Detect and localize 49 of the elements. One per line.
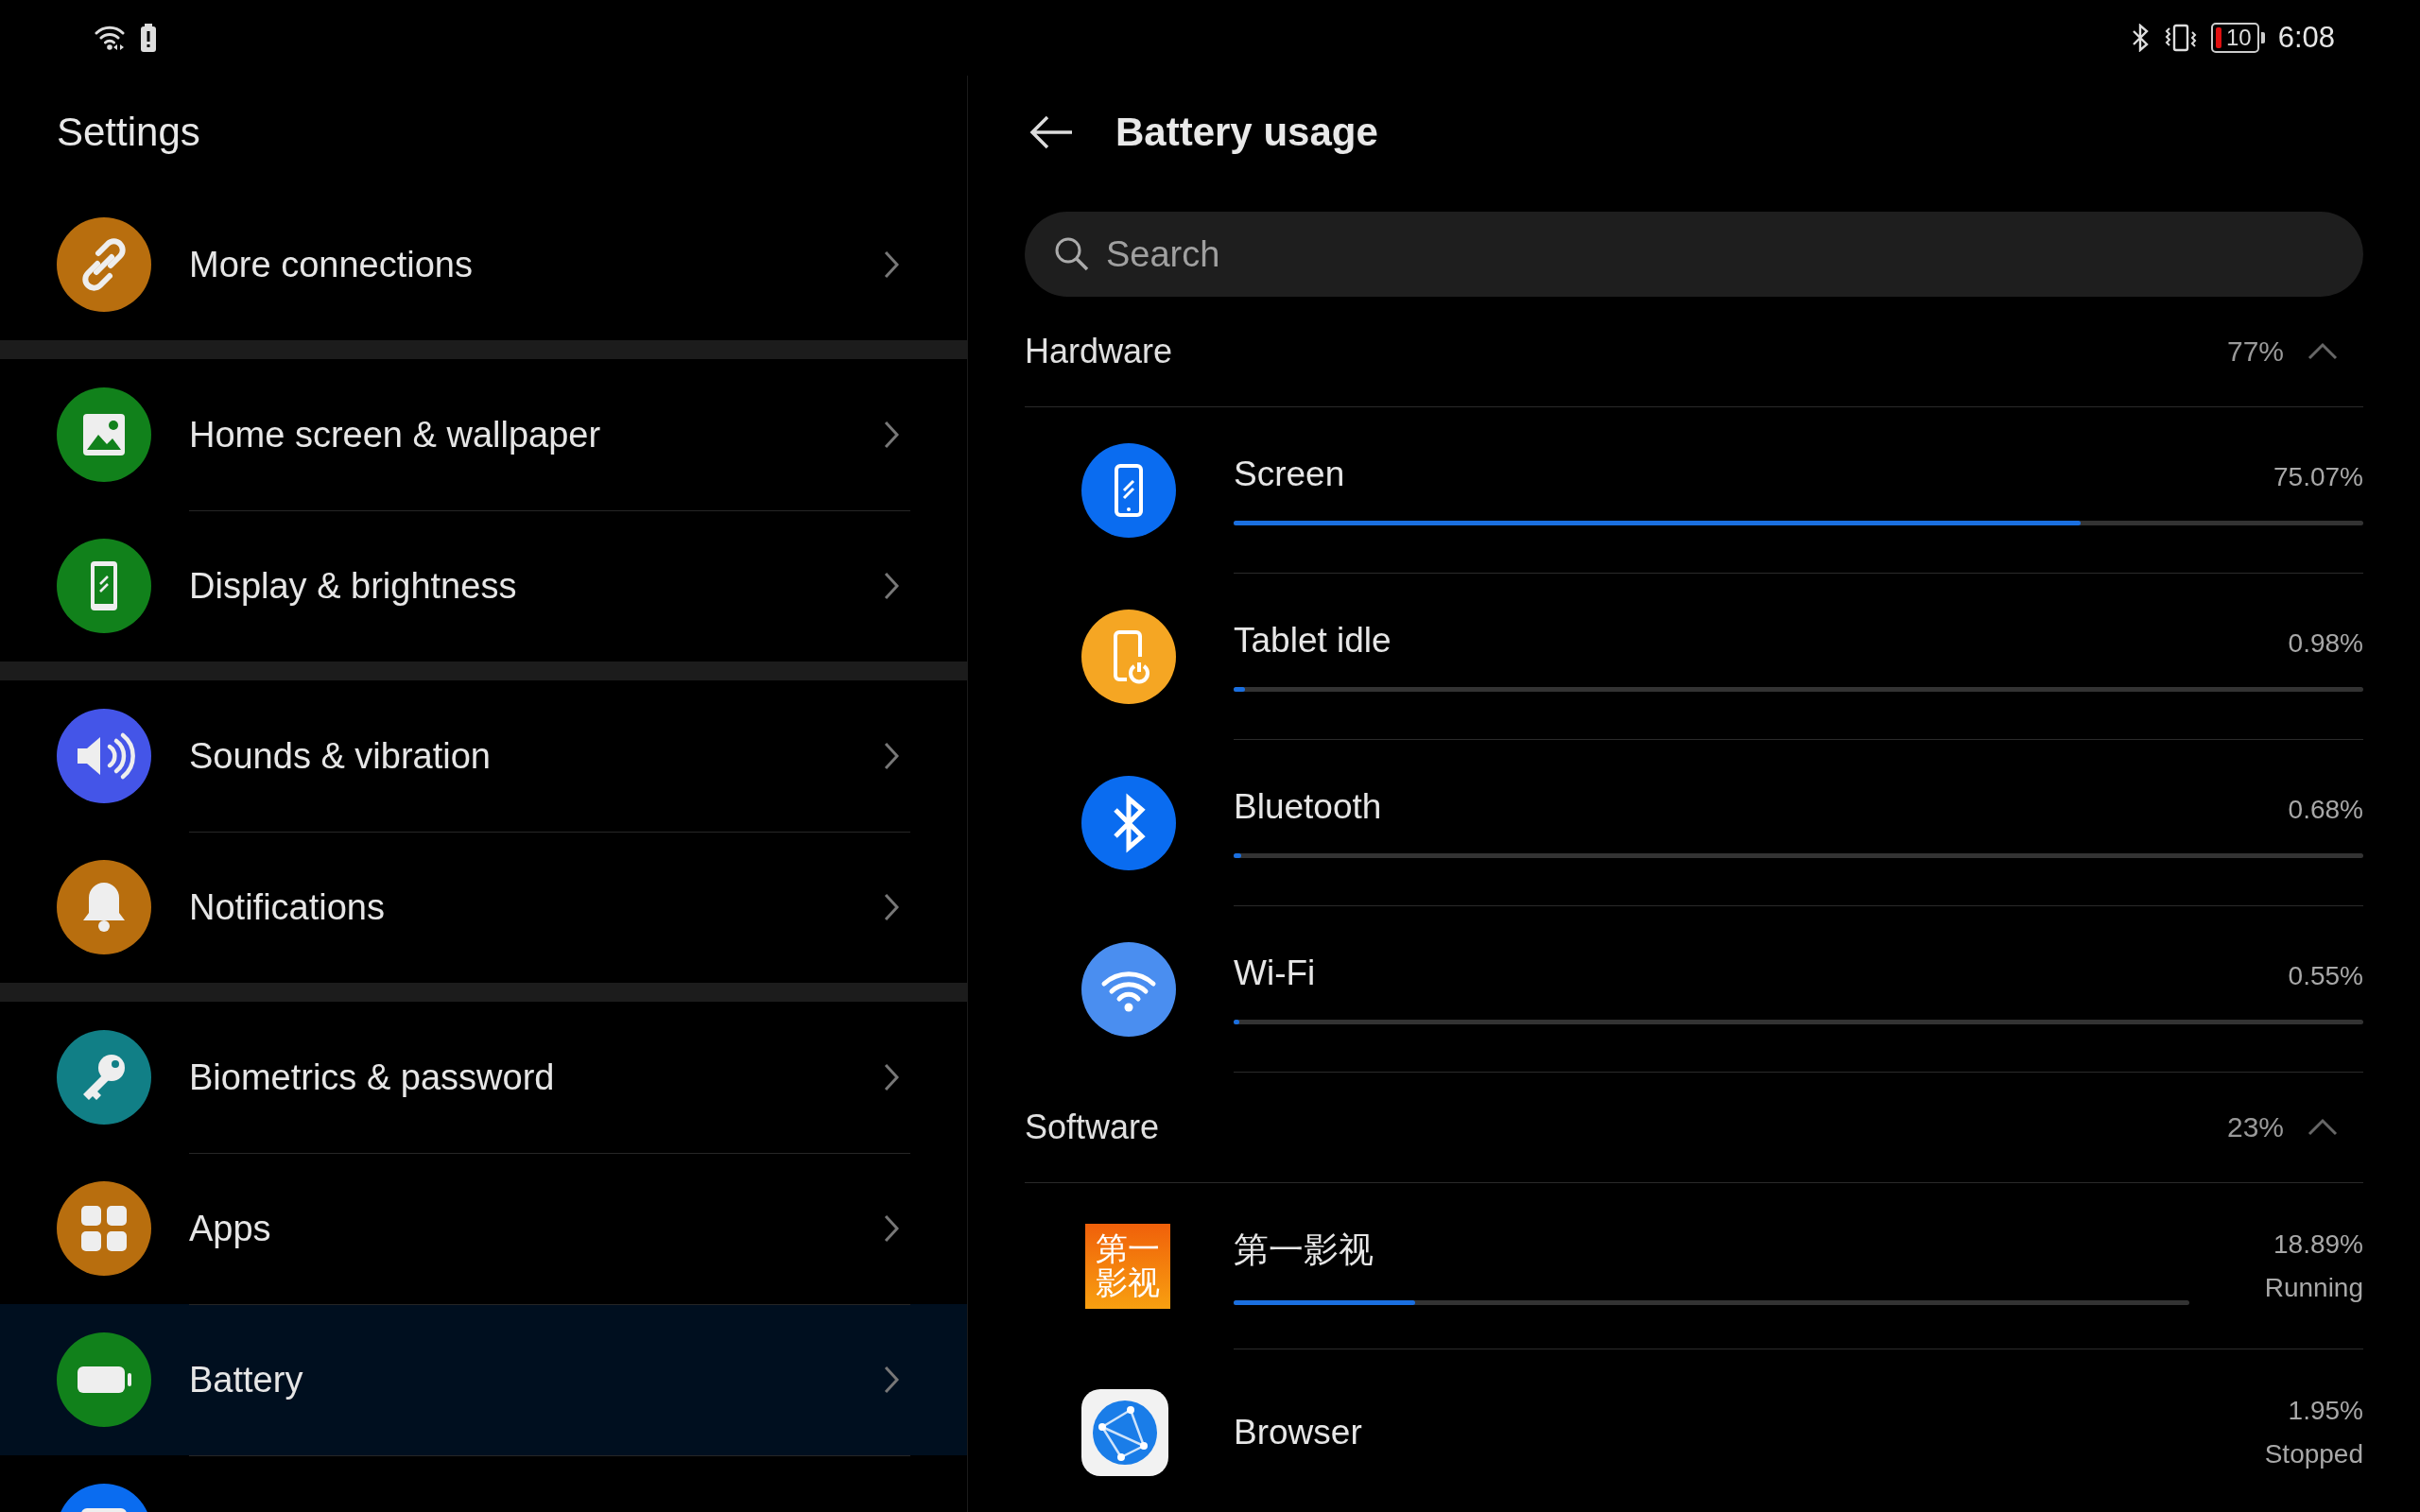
usage-name: Screen [1234, 455, 1345, 494]
battery-alert-icon [140, 24, 157, 52]
settings-item[interactable]: Sounds & vibration [0, 680, 967, 832]
section-share: 77% [2226, 335, 2284, 368]
settings-item[interactable]: Battery [0, 1304, 967, 1455]
usage-name: Tablet idle [1234, 621, 1392, 661]
chevron-right-icon [884, 421, 899, 449]
settings-title: Settings [56, 109, 201, 156]
settings-item[interactable]: More connections [0, 189, 967, 340]
usage-percent: 75.07% [2273, 462, 2363, 492]
usage-name: Browser [1234, 1412, 1363, 1452]
chevron-right-icon [884, 1366, 899, 1394]
collapse-chevron-icon[interactable] [2307, 1118, 2339, 1137]
search-icon [1053, 235, 1091, 273]
vibrate-icon [2163, 24, 2198, 52]
usage-percent: 18.89% [2273, 1228, 2363, 1260]
settings-item[interactable]: Display & brightness [0, 510, 967, 662]
usage-percent: 1.95% [2288, 1395, 2363, 1426]
chevron-right-icon [884, 1063, 899, 1091]
settings-item[interactable]: Apps [0, 1153, 967, 1304]
back-arrow-icon[interactable] [1028, 113, 1074, 151]
usage-percent: 0.68% [2288, 795, 2363, 825]
search-field[interactable]: Search [1104, 232, 2335, 276]
chevron-right-icon [884, 893, 899, 921]
collapse-chevron-icon[interactable] [2307, 342, 2339, 361]
page-title: Battery usage [1115, 110, 1378, 155]
chevron-right-icon [884, 250, 899, 279]
settings-item[interactable]: Biometrics & password [0, 1002, 967, 1153]
app-status: Stopped [2264, 1438, 2363, 1469]
usage-name: Bluetooth [1234, 787, 1382, 827]
chevron-right-icon [884, 742, 899, 770]
chevron-right-icon [884, 572, 899, 600]
settings-item[interactable]: Home screen & wallpaper [0, 359, 967, 510]
section-title: Hardware [1025, 332, 1174, 371]
settings-item[interactable]: Notifications [0, 832, 967, 983]
usage-percent: 0.55% [2288, 961, 2363, 991]
app-status: Running [2264, 1272, 2363, 1303]
usage-percent: 0.98% [2288, 628, 2363, 659]
section-share: 23% [2226, 1111, 2284, 1143]
app-icon: 第一 影视 [1085, 1224, 1170, 1309]
search-bar[interactable]: Search [1025, 212, 2363, 297]
usage-name: Wi-Fi [1234, 954, 1316, 993]
chevron-right-icon [884, 1214, 899, 1243]
section-title: Software [1025, 1108, 1161, 1147]
globe-icon [1081, 1389, 1168, 1476]
battery-indicator: 10 [2210, 23, 2259, 53]
usage-name: 第一影视 [1234, 1229, 1374, 1271]
clock-time: 6:08 [2277, 21, 2335, 55]
wifi-icon [95, 25, 127, 51]
